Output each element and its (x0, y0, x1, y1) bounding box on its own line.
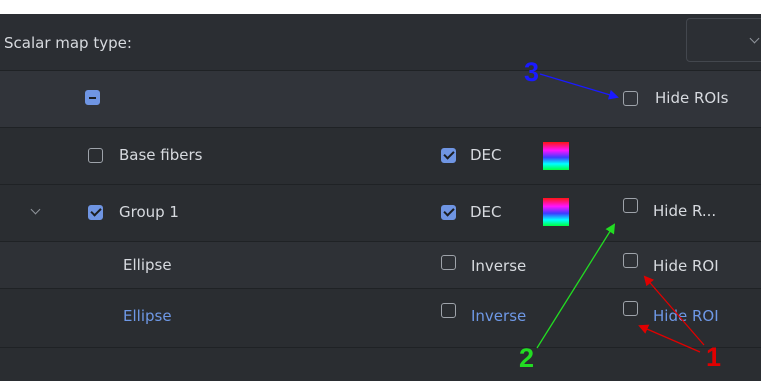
group-1-checkbox[interactable] (88, 205, 103, 220)
tree-row-group-1[interactable]: Group 1 DEC Hide R... (0, 185, 761, 242)
ellipse-2-hide-checkbox[interactable] (623, 301, 638, 316)
tree-row-ellipse-2[interactable]: Ellipse Inverse Hide ROI (0, 289, 761, 348)
ellipse-1-hide-label: Hide ROI (653, 257, 719, 275)
ellipse-1-inverse-checkbox[interactable] (441, 255, 456, 270)
scalar-map-label: Scalar map type: (4, 34, 132, 52)
annotation-2: 2 (519, 343, 535, 373)
chevron-down-icon (749, 33, 760, 44)
group-1-hide-label: Hide R... (653, 202, 717, 220)
group-1-dec-checkbox[interactable] (441, 205, 456, 220)
top-edge-strip (0, 0, 761, 14)
group-1-hide-checkbox[interactable] (623, 198, 638, 213)
group-1-dec-label: DEC (470, 203, 502, 221)
hide-rois-checkbox[interactable] (623, 91, 638, 106)
select-all-checkbox[interactable] (85, 90, 100, 105)
ellipse-2-label: Ellipse (123, 307, 172, 325)
scalar-map-type-dropdown[interactable] (686, 18, 761, 62)
tree-empty-area (0, 348, 761, 381)
tree-row-base-fibers[interactable]: Base fibers DEC (0, 128, 761, 185)
ellipse-1-label: Ellipse (123, 256, 172, 274)
base-fibers-colormap-swatch[interactable] (543, 142, 569, 170)
base-fibers-checkbox[interactable] (88, 148, 103, 163)
annotation-3: 3 (524, 57, 540, 87)
ellipse-1-inverse-label: Inverse (471, 257, 527, 275)
ellipse-2-hide-label: Hide ROI (653, 307, 719, 325)
scalar-map-row: Scalar map type: (0, 14, 761, 71)
group-1-colormap-swatch[interactable] (543, 198, 569, 226)
ellipse-1-hide-checkbox[interactable] (623, 253, 638, 268)
annotation-1: 1 (706, 342, 722, 372)
tree-row-ellipse-1[interactable]: Ellipse Inverse Hide ROI (0, 242, 761, 289)
hide-rois-label: Hide ROIs (655, 89, 729, 107)
ellipse-2-inverse-checkbox[interactable] (441, 303, 456, 318)
ellipse-2-inverse-label: Inverse (471, 307, 527, 325)
tree-header-row: Hide ROIs (0, 71, 761, 128)
base-fibers-dec-checkbox[interactable] (441, 148, 456, 163)
group-1-label: Group 1 (119, 203, 179, 221)
base-fibers-dec-label: DEC (470, 146, 502, 164)
base-fibers-label: Base fibers (119, 146, 203, 164)
expand-chevron-icon[interactable] (30, 204, 41, 215)
